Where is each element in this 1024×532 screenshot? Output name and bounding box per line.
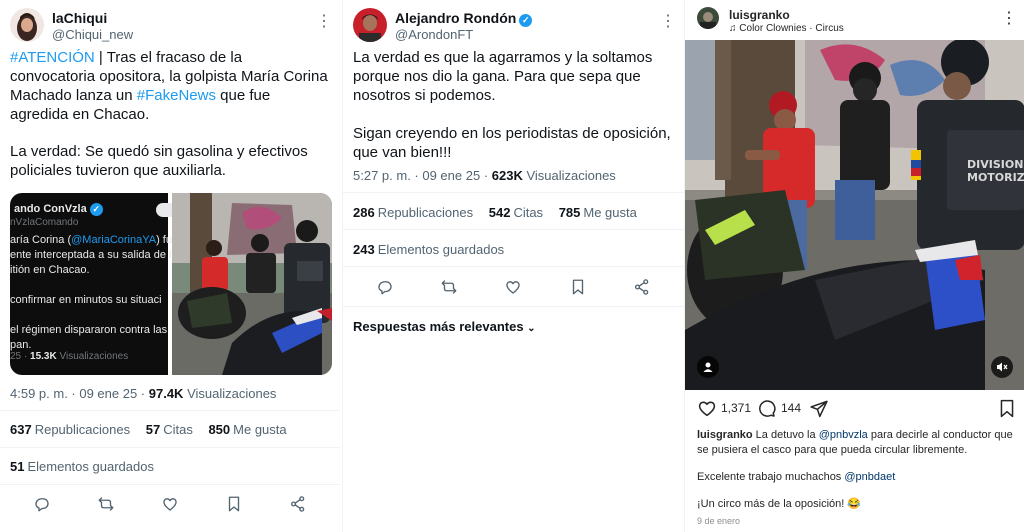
tweet-actions — [353, 275, 674, 299]
divider — [0, 484, 340, 485]
bookmark-icon[interactable] — [999, 399, 1015, 418]
like-icon[interactable] — [697, 399, 717, 417]
post-caption-line3: ¡Un circo más de la oposición! 😂 — [697, 498, 862, 510]
post-actions: 1,371 144 — [697, 398, 1017, 420]
mute-icon[interactable] — [991, 356, 1013, 378]
share-icon[interactable] — [631, 276, 653, 298]
likes-stat[interactable]: 785 Me gusta — [559, 205, 637, 220]
tweet-actions — [10, 492, 330, 516]
tweet-header: laChiqui @Chiqui_new ⋮ — [10, 8, 332, 44]
verified-icon: ✓ — [89, 203, 103, 216]
tweet-stats: 286 Republicaciones 542 Citas 785 Me gusta — [353, 205, 649, 220]
quoted-text: aría Corina (@MariaCorinaYA) fue ente in… — [10, 234, 179, 351]
caption-user[interactable]: luisgranko — [697, 429, 753, 441]
reposts-stat[interactable]: 286 Republicaciones — [353, 205, 473, 220]
tweet-meta: 5:27 p. m. · 09 ene 25 · 623K Visualizac… — [353, 168, 616, 183]
repost-icon[interactable] — [438, 276, 460, 298]
post-caption-line2: Excelente trabajo muchachos @pnbdaet — [697, 471, 896, 483]
mention-pnbdaet[interactable]: @pnbdaet — [844, 471, 895, 483]
hashtag-fakenews[interactable]: #FakeNews — [137, 87, 216, 104]
bookmarks-stat[interactable]: 51 Elementos guardados — [10, 459, 154, 474]
chevron-down-icon: ⌄ — [527, 323, 536, 334]
comment-icon[interactable] — [757, 399, 776, 418]
quoted-tweet-screenshot[interactable]: ando ConVzla ✓ nVzlaComando aría Corina (… — [10, 193, 178, 375]
bookmark-icon[interactable] — [223, 493, 245, 515]
more-options-icon[interactable]: ⋮ — [660, 12, 676, 32]
reply-icon[interactable] — [31, 493, 53, 515]
post-header: luisgranko ♫ Color Clownies · Circus ⋮ — [697, 7, 1017, 35]
tweet-meta: 4:59 p. m. · 09 ene 25 · 97.4K Visualiza… — [10, 386, 277, 401]
quoted-user-handle: nVzlaComando — [10, 217, 79, 228]
post-photo[interactable]: DIVISIONMOTORIZADA — [685, 40, 1024, 390]
more-options-icon[interactable]: ⋮ — [316, 12, 332, 32]
post-caption: luisgranko La detuvo la @pnbvzla para de… — [697, 429, 1013, 456]
hashtag-atencion[interactable]: #ATENCIÓN — [10, 49, 95, 66]
quotes-stat[interactable]: 57 Citas — [146, 422, 193, 437]
divider — [343, 229, 684, 230]
user-name[interactable]: laChiqui — [52, 10, 107, 26]
tagged-user-icon[interactable] — [697, 356, 719, 378]
likes-count[interactable]: 1,371 — [721, 401, 751, 415]
comments-count[interactable]: 144 — [781, 401, 801, 415]
avatar[interactable] — [353, 8, 387, 42]
avatar[interactable] — [10, 8, 44, 42]
reply-icon[interactable] — [374, 276, 396, 298]
tweet-text-second: La verdad: Se quedó sin gasolina y efect… — [10, 143, 308, 179]
tweet-text: #ATENCIÓN | Tras el fracaso de la convoc… — [10, 49, 328, 123]
mention-pnbvzla[interactable]: @pnbvzla — [819, 429, 868, 441]
tweet-header: Alejandro Rondón ✓ @ArondonFT ⋮ — [353, 8, 676, 44]
divider — [343, 306, 684, 307]
like-icon[interactable] — [502, 276, 524, 298]
tweet-stats: 637 Republicaciones 57 Citas 850 Me gusta — [10, 422, 299, 437]
bookmarks-stat[interactable]: 243 Elementos guardados — [353, 242, 504, 257]
tweet-text-second: Sigan creyendo en los periodistas de opo… — [353, 125, 671, 161]
quotes-stat[interactable]: 542 Citas — [489, 205, 543, 220]
avatar[interactable] — [697, 7, 719, 29]
verified-icon: ✓ — [519, 14, 533, 27]
views-count: 623K — [491, 168, 523, 183]
tweet-text: La verdad es que la agarramos y la solta… — [353, 49, 653, 104]
bookmark-icon[interactable] — [567, 276, 589, 298]
user-name[interactable]: luisgranko — [729, 8, 790, 22]
quoted-meta: 25 · 15.3K Visualizaciones — [10, 351, 129, 362]
divider — [343, 266, 684, 267]
share-icon[interactable] — [809, 399, 829, 418]
likes-stat[interactable]: 850 Me gusta — [208, 422, 286, 437]
police-photo[interactable] — [172, 193, 332, 375]
user-handle[interactable]: @Chiqui_new — [52, 27, 133, 42]
divider — [0, 447, 340, 448]
quoted-user-name: ando ConVzla ✓ — [14, 203, 103, 216]
tweet-panel-arondon: Alejandro Rondón ✓ @ArondonFT ⋮ La verdad… — [342, 0, 684, 532]
repost-icon[interactable] — [95, 493, 117, 515]
vest-text: DIVISIONMOTORIZADA — [967, 158, 1024, 184]
divider — [0, 410, 340, 411]
views-count: 97.4K — [148, 386, 184, 401]
replies-sort-dropdown[interactable]: Respuestas más relevantes ⌄ — [353, 319, 536, 334]
audio-track[interactable]: ♫ Color Clownies · Circus — [729, 23, 844, 34]
tweet-media[interactable]: ando ConVzla ✓ nVzlaComando aría Corina (… — [10, 193, 332, 375]
like-icon[interactable] — [159, 493, 181, 515]
more-options-icon[interactable]: ⋮ — [1001, 9, 1017, 29]
instagram-post-panel: luisgranko ♫ Color Clownies · Circus ⋮ D… — [684, 0, 1024, 532]
user-name[interactable]: Alejandro Rondón ✓ — [395, 10, 533, 27]
music-note-icon: ♫ — [729, 23, 737, 34]
post-date[interactable]: 9 de enero — [697, 516, 740, 526]
reposts-stat[interactable]: 637 Republicaciones — [10, 422, 130, 437]
user-handle[interactable]: @ArondonFT — [395, 27, 473, 42]
divider — [343, 192, 684, 193]
tweet-panel-lachiqui: laChiqui @Chiqui_new ⋮ #ATENCIÓN | Tras … — [0, 0, 340, 532]
share-icon[interactable] — [287, 493, 309, 515]
